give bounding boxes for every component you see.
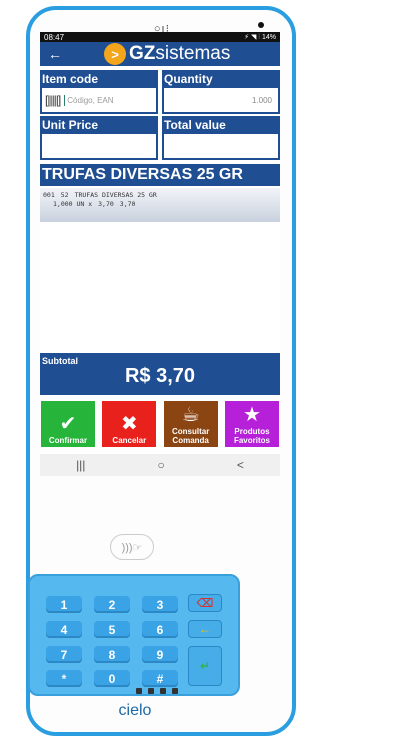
status-icons: ⚡ ◥ ⫶ 14% — [244, 33, 276, 41]
led-4 — [172, 688, 178, 694]
sensor-dot — [258, 22, 264, 28]
comanda-label-1: Consultar — [171, 427, 210, 436]
back-arrow-icon[interactable]: ← — [40, 46, 70, 62]
confirm-button[interactable]: ✔ Confirmar — [41, 401, 95, 447]
close-icon: ✖ — [120, 413, 138, 435]
key-star[interactable]: * — [46, 670, 82, 687]
logo-light: sistemas — [155, 43, 231, 64]
receipt-list: 001 52 TRUFAS DIVERSAS 25 GR 1,000 UN x … — [40, 188, 280, 222]
item-form: Item code [|||||] Código, EAN Quantity 1… — [40, 66, 280, 160]
quantity-field[interactable]: 1.000 — [164, 88, 278, 112]
clear-key-icon[interactable]: ⌫ — [188, 594, 222, 612]
total-value-group: Total value — [162, 116, 280, 160]
receipt-line[interactable]: 001 52 TRUFAS DIVERSAS 25 GR — [43, 191, 277, 199]
cancel-label: Cancelar — [112, 436, 147, 445]
subtotal-value: R$ 3,70 — [124, 365, 196, 387]
key-2[interactable]: 2 — [94, 596, 130, 613]
quantity-label: Quantity — [164, 72, 213, 86]
receipt-description: TRUFAS DIVERSAS 25 GR — [74, 191, 157, 199]
consult-comanda-button[interactable]: ☕ Consultar Comanda — [163, 401, 218, 447]
status-leds — [136, 688, 178, 694]
confirm-label: Confirmar — [48, 436, 88, 445]
receipt-line-detail: 1,000 UN x 3,70 3,70 — [43, 200, 277, 208]
home-icon[interactable]: ○ — [158, 458, 165, 472]
item-code-placeholder: Código, EAN — [67, 95, 114, 105]
item-code-label: Item code — [42, 72, 99, 86]
star-icon: ★ — [243, 404, 261, 426]
text-cursor — [64, 94, 66, 106]
key-4[interactable]: 4 — [46, 621, 82, 638]
pin-keypad: 1 2 3 4 5 6 7 8 9 * 0 # ⌫ ← ↵ — [28, 574, 240, 696]
led-2 — [148, 688, 154, 694]
nav-back-icon[interactable]: < — [237, 458, 244, 472]
unit-price-field[interactable] — [42, 134, 156, 158]
receipt-code: 52 — [60, 191, 69, 199]
cancel-button[interactable]: ✖ Cancelar — [102, 401, 157, 447]
key-hash[interactable]: # — [142, 670, 178, 687]
item-code-field[interactable]: [|||||] Código, EAN — [42, 88, 156, 112]
receipt-qty: 1,000 UN x — [53, 200, 93, 208]
item-code-group: Item code [|||||] Código, EAN — [40, 70, 158, 114]
key-3[interactable]: 3 — [142, 596, 178, 613]
status-bar: 08:47 ⚡ ◥ ⫶ 14% — [40, 32, 280, 42]
logo-badge: > — [104, 43, 126, 65]
screen: 08:47 ⚡ ◥ ⫶ 14% ← > GZsistemas Item code… — [40, 32, 280, 476]
app-bar: ← > GZsistemas — [40, 42, 280, 66]
key-5[interactable]: 5 — [94, 621, 130, 638]
key-0[interactable]: 0 — [94, 670, 130, 687]
cielo-logo: cielo — [118, 702, 152, 719]
receipt-total: 3,70 — [119, 200, 136, 208]
comanda-label-2: Comanda — [172, 436, 209, 445]
coffee-cup-icon: ☕ — [181, 404, 200, 426]
check-icon: ✔ — [59, 413, 77, 435]
key-6[interactable]: 6 — [142, 621, 178, 638]
app-logo: > GZsistemas — [104, 43, 230, 65]
led-3 — [160, 688, 166, 694]
receipt-seq: 001 — [43, 191, 55, 199]
action-bar: ✔ Confirmar ✖ Cancelar ☕ Consultar Coman… — [40, 401, 280, 447]
key-9[interactable]: 9 — [142, 646, 178, 663]
logo-bold: GZ — [129, 43, 156, 64]
fav-label-1: Produtos — [234, 427, 270, 436]
total-value-field[interactable] — [164, 134, 278, 158]
receipt-unit-price: 3,70 — [98, 200, 114, 208]
quantity-group: Quantity 1.000 — [162, 70, 280, 114]
recents-icon[interactable]: ||| — [76, 458, 85, 472]
unit-price-label: Unit Price — [42, 118, 99, 132]
key-7[interactable]: 7 — [46, 646, 82, 663]
android-nav-bar: ||| ○ < — [40, 454, 280, 476]
key-8[interactable]: 8 — [94, 646, 130, 663]
total-value-label: Total value — [164, 118, 226, 132]
barcode-icon[interactable]: [|||||] — [42, 93, 61, 107]
key-1[interactable]: 1 — [46, 596, 82, 613]
enter-key-icon[interactable]: ↵ — [188, 646, 222, 686]
status-time: 08:47 — [44, 32, 65, 42]
fav-label-2: Favoritos — [233, 436, 270, 445]
logo-text: GZsistemas — [129, 43, 230, 65]
subtotal-panel: Subtotal R$ 3,70 — [40, 353, 280, 395]
quantity-value: 1.000 — [251, 95, 272, 105]
led-1 — [136, 688, 142, 694]
favorite-products-button[interactable]: ★ Produtos Favoritos — [224, 401, 279, 447]
contactless-icon: )))☞ — [110, 534, 154, 560]
unit-price-group: Unit Price — [40, 116, 158, 160]
correct-key-icon[interactable]: ← — [188, 620, 222, 638]
product-name-banner: TRUFAS DIVERSAS 25 GR — [40, 164, 280, 186]
